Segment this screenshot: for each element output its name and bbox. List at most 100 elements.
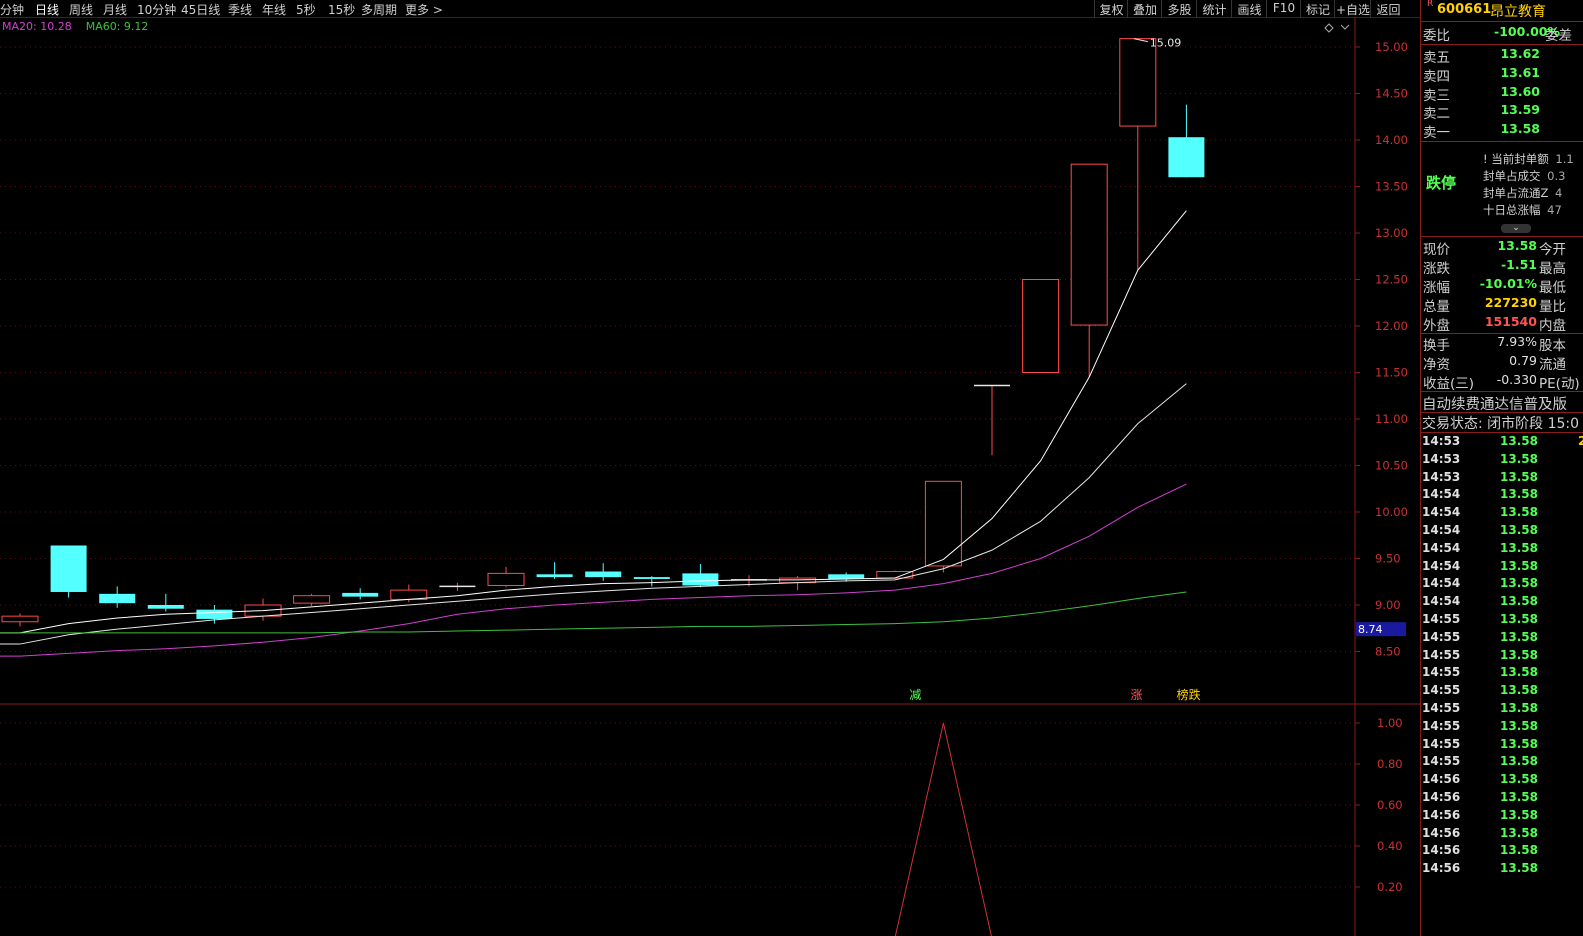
tick-price: 13.58 [1500, 540, 1538, 555]
tick-row: 14:54 13.58 [1422, 523, 1582, 541]
tick-row: 14:53 13.58 [1422, 470, 1582, 488]
tool-button[interactable]: 统计 [1196, 0, 1232, 18]
tick-time: 14:54 [1422, 523, 1461, 537]
collapse-icon [1340, 24, 1350, 30]
period-tab[interactable]: 更多 > [405, 1, 443, 18]
period-tab[interactable]: 45日线 [181, 1, 220, 18]
period-tab[interactable]: 10分钟 [137, 1, 176, 18]
ask-label: 卖三 [1423, 87, 1450, 104]
kline-chart[interactable]: 15.00 14.50 14.00 13.50 13.00 12.50 12.00 11.50… [0, 18, 1420, 936]
tool-button[interactable]: 画线 [1231, 0, 1267, 18]
tick-price: 13.58 [1500, 772, 1538, 787]
separator [1421, 391, 1583, 392]
ask-label: 卖四 [1423, 68, 1450, 85]
seal-info-row: 十日总涨幅 47 [1483, 202, 1562, 218]
weibi-label: 委比 [1423, 28, 1450, 44]
tick-time: 14:56 [1422, 772, 1461, 787]
tool-button[interactable]: F10 [1266, 0, 1301, 18]
stat-row: 收益(三) -0.330 PE(动) [1422, 372, 1583, 392]
flag-badge: R [1427, 0, 1434, 9]
stat-right-label: 最高 [1539, 261, 1566, 277]
tick-price: 13.58 [1500, 683, 1538, 698]
period-tab[interactable]: 日线 [35, 1, 59, 18]
seal-info-row: 封单占成交 0.3 [1483, 168, 1565, 184]
stat-value: -10.01% [1479, 276, 1537, 291]
tool-button[interactable]: 返回 [1370, 0, 1406, 18]
tick-time: 14:55 [1422, 629, 1461, 644]
y-axis-label: 9.00 [1375, 598, 1401, 612]
stock-code[interactable]: 600661 [1437, 2, 1491, 17]
stat-value: 7.93% [1497, 334, 1537, 349]
tick-price: 13.58 [1500, 807, 1538, 822]
stat-right-label: 内盘 [1539, 318, 1566, 334]
period-tab[interactable]: 15秒 [328, 1, 355, 18]
indicator-line [894, 722, 992, 936]
y-axis-label: 11.00 [1375, 412, 1408, 426]
ask-price: 13.62 [1500, 46, 1540, 61]
tick-price: 13.58 [1500, 754, 1538, 769]
tool-button[interactable]: 多股 [1161, 0, 1197, 18]
seal-label: 封单占流通Z [1483, 186, 1549, 200]
tick-time: 14:55 [1422, 612, 1461, 626]
stat-label: 外盘 [1423, 318, 1450, 334]
separator [1421, 236, 1583, 237]
candle-body-down [682, 573, 719, 586]
candle-body-down [147, 605, 184, 609]
quote-panel: R 600661 昂立教育 委比 -100.00% 委差 卖五 13.62 卖四 13.61… [1420, 0, 1583, 936]
stat-row: 总量 227230 量比 [1422, 295, 1583, 315]
tick-price: 13.58 [1500, 825, 1538, 840]
tick-time: 14:55 [1422, 754, 1461, 769]
tick-row: 14:55 13.58 [1422, 754, 1582, 772]
tick-time: 14:56 [1422, 861, 1461, 876]
period-tab[interactable]: 多周期 [361, 1, 397, 18]
seal-label: 十日总涨幅 [1483, 203, 1541, 217]
stat-right-label: 最低 [1539, 280, 1566, 296]
period-tab[interactable]: 年线 [262, 1, 286, 18]
candle-body-down [1168, 137, 1205, 178]
stat-label: 涨跌 [1423, 261, 1450, 277]
candle-body-up [1070, 163, 1108, 326]
tick-row: 14:54 13.58 [1422, 487, 1582, 505]
tick-row: 14:54 13.58 [1422, 505, 1582, 523]
tick-price: 13.58 [1500, 736, 1538, 751]
tool-button[interactable]: +自选 [1334, 0, 1371, 18]
candle-body-down [196, 609, 233, 619]
ma20-legend: MA20: 10.28 [2, 20, 72, 33]
y-axis-label: 13.50 [1375, 180, 1408, 194]
stat-row: 现价 13.58 今开 [1422, 238, 1583, 258]
y-axis-label: 11.50 [1375, 366, 1408, 380]
tick-time: 14:55 [1422, 683, 1461, 698]
ma60-legend: MA60: 9.12 [85, 20, 149, 33]
period-tab[interactable]: 周线 [69, 1, 93, 18]
tool-button[interactable]: 叠加 [1127, 0, 1162, 18]
sub-axis-label: 0.60 [1377, 798, 1403, 812]
y-axis-label: 14.00 [1375, 133, 1408, 147]
tick-row: 14:56 13.58 [1422, 826, 1582, 844]
stat-row: 涨跌 -1.51 最高 [1422, 257, 1583, 277]
period-tab[interactable]: 分钟 [0, 1, 24, 18]
tick-row: 14:53 13.58 [1422, 452, 1582, 470]
tool-button[interactable]: 复权 [1094, 0, 1128, 18]
stat-right-label: PE(动) [1539, 376, 1580, 392]
notice-banner[interactable]: 自动续费通达信普及版 [1422, 393, 1567, 414]
period-tab[interactable]: 月线 [103, 1, 127, 18]
tick-time: 14:55 [1422, 701, 1461, 715]
ask-row: 卖四 13.61 [1422, 65, 1583, 85]
tick-row: 14:55 13.58 [1422, 630, 1582, 648]
y-axis-label: 10.50 [1375, 459, 1408, 473]
stat-label: 现价 [1423, 242, 1450, 258]
stock-name[interactable]: 昂立教育 [1490, 1, 1546, 21]
tool-button[interactable]: 标记 [1300, 0, 1335, 18]
ask-price: 13.58 [1500, 121, 1540, 137]
tick-row: 14:55 13.58 [1422, 665, 1582, 683]
ask-label: 卖五 [1423, 50, 1450, 66]
ma60-line [0, 591, 1187, 634]
ask-row: 卖三 13.60 [1422, 83, 1583, 104]
ask-price: 13.60 [1500, 83, 1540, 99]
tick-time: 14:53 [1422, 469, 1461, 484]
period-tab[interactable]: 季线 [228, 1, 252, 18]
expand-chevron-icon[interactable]: ⌄ [1501, 224, 1531, 233]
tick-time: 14:56 [1422, 825, 1461, 840]
stat-right-label: 流通 [1539, 357, 1566, 373]
period-tab[interactable]: 5秒 [296, 1, 316, 18]
